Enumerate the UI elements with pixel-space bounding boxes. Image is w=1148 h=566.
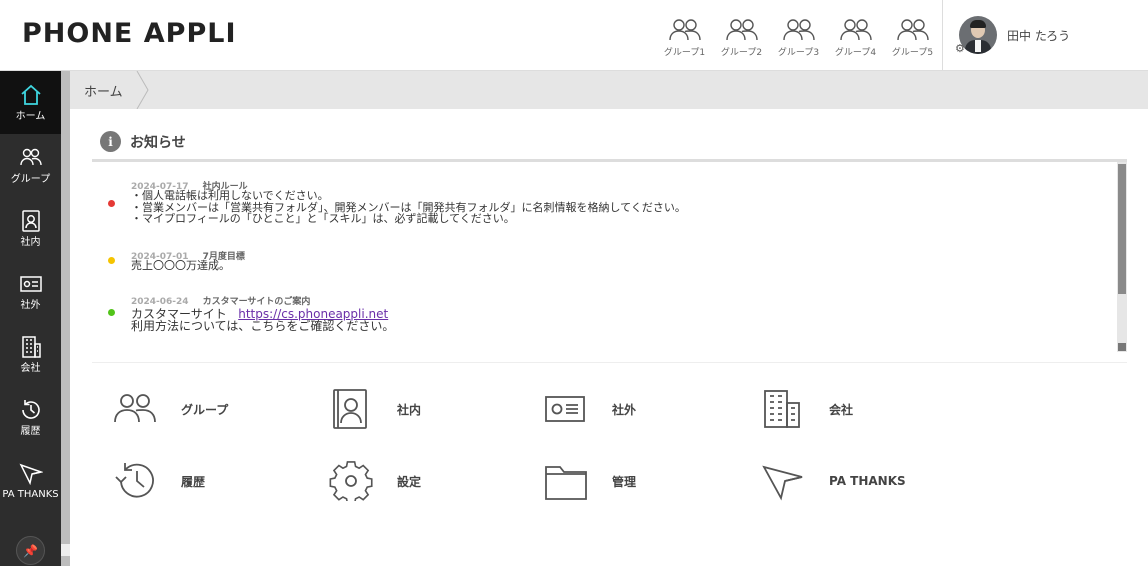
folder-icon — [545, 466, 587, 500]
gear-icon — [329, 461, 373, 501]
menu-label: 会社 — [829, 402, 854, 417]
sidebar-item-pa-thanks[interactable]: PA THANKS — [0, 449, 61, 512]
sidebar-item-label: 社内 — [20, 237, 41, 248]
paper-plane-icon — [762, 465, 803, 501]
group-icon — [114, 394, 156, 423]
news-line: ・マイプロフィールの「ひとこと」と「スキル」は、必ず記載してください。 — [131, 212, 515, 225]
group-shortcut-5[interactable]: グループ5 — [884, 18, 941, 58]
user-menu[interactable]: ⚙ 田中 たろう — [942, 0, 1148, 70]
history-icon — [21, 400, 40, 419]
notice-header: i お知らせ — [100, 131, 186, 152]
header: PHONE APPLI グループ1 グループ2 グループ3 グループ4 グループ… — [0, 0, 1148, 71]
history-icon — [115, 463, 154, 498]
pin-icon[interactable]: 📌 — [16, 536, 45, 565]
menu-label: 設定 — [397, 474, 422, 489]
sidebar-item-home[interactable]: ホーム — [0, 71, 61, 134]
menu-group[interactable]: グループ — [113, 389, 293, 429]
group-shortcut-label: グループ1 — [663, 48, 706, 58]
group-shortcut-3[interactable]: グループ3 — [770, 18, 827, 58]
breadcrumb-home[interactable]: ホーム — [84, 81, 123, 100]
group-icon — [668, 19, 701, 41]
group-shortcuts: グループ1 グループ2 グループ3 グループ4 グループ5 — [656, 18, 941, 58]
settings-gear-icon[interactable]: ⚙ — [955, 42, 965, 55]
divider — [92, 362, 1127, 363]
sidebar-item-label: PA THANKS — [2, 489, 59, 500]
sidebar-item-label: ホーム — [15, 111, 46, 122]
breadcrumb: ホーム — [70, 71, 1148, 109]
internal-contacts-icon — [21, 210, 40, 232]
group-shortcut-1[interactable]: グループ1 — [656, 18, 713, 58]
notice-title: お知らせ — [130, 134, 186, 151]
external-contacts-icon — [19, 276, 42, 292]
sidebar-item-internal[interactable]: 社内 — [0, 197, 61, 260]
company-icon — [21, 336, 41, 358]
info-icon: i — [100, 131, 121, 152]
news-line: 売上〇〇〇万達成。 — [131, 259, 230, 272]
menu-label: 社内 — [397, 402, 422, 417]
news-title: カスタマーサイトのご案内 — [202, 297, 311, 307]
company-icon — [764, 390, 800, 428]
menu-internal[interactable]: 社内 — [329, 389, 509, 429]
sidebar-item-label: 履歴 — [20, 426, 41, 437]
notice-scrollbar[interactable] — [1117, 162, 1127, 352]
group-icon — [839, 19, 872, 41]
sidebar-item-label: 会社 — [20, 363, 41, 374]
sidebar-item-external[interactable]: 社外 — [0, 260, 61, 323]
sidebar-scrollbar[interactable] — [61, 71, 70, 566]
group-icon — [19, 148, 42, 166]
menu-history[interactable]: 履歴 — [113, 461, 293, 501]
menu-label: 管理 — [612, 474, 637, 489]
menu-pa-thanks[interactable]: PA THANKS — [761, 461, 941, 501]
user-name[interactable]: 田中 たろう — [1007, 27, 1070, 44]
news-line: ・個人電話帳は利用しないでください。 — [131, 189, 329, 202]
group-icon — [725, 19, 758, 41]
sidebar-item-company[interactable]: 会社 — [0, 323, 61, 386]
group-shortcut-2[interactable]: グループ2 — [713, 18, 770, 58]
menu-admin[interactable]: 管理 — [544, 461, 724, 501]
status-dot — [108, 200, 115, 207]
news-date: 2024-06-24 — [131, 297, 189, 307]
home-icon — [20, 84, 41, 105]
menu-label: 社外 — [612, 402, 637, 417]
sidebar-item-group[interactable]: グループ — [0, 134, 61, 197]
group-shortcut-label: グループ2 — [720, 48, 763, 58]
sidebar: ホーム グループ 社内 社外 会社 履歴 PA THANKS 📌 — [0, 71, 61, 566]
status-dot — [108, 309, 115, 316]
external-contacts-icon — [545, 396, 585, 422]
sidebar-item-label: 社外 — [20, 300, 41, 311]
group-shortcut-label: グループ5 — [891, 48, 934, 58]
notice-list: 2024-07-17 社内ルール ・個人電話帳は利用しないでください。 ・営業メン… — [92, 162, 1127, 352]
menu-label: 履歴 — [181, 474, 206, 489]
group-shortcut-label: グループ3 — [777, 48, 820, 58]
group-icon — [896, 19, 929, 41]
chevron-right-icon — [136, 71, 149, 109]
sidebar-item-history[interactable]: 履歴 — [0, 386, 61, 449]
status-dot — [108, 257, 115, 264]
menu-label: PA THANKS — [829, 474, 906, 488]
menu-company[interactable]: 会社 — [761, 389, 941, 429]
sidebar-item-label: グループ — [10, 174, 51, 185]
group-icon — [782, 19, 815, 41]
menu-settings[interactable]: 設定 — [329, 461, 509, 501]
news-line: 利用方法については、こちらをご確認ください。 — [131, 319, 395, 333]
menu-label: グループ — [181, 402, 229, 417]
group-shortcut-label: グループ4 — [834, 48, 877, 58]
paper-plane-icon — [19, 463, 43, 485]
menu-external[interactable]: 社外 — [544, 389, 724, 429]
app-logo[interactable]: PHONE APPLI — [22, 18, 237, 49]
internal-contacts-icon — [333, 389, 367, 429]
group-shortcut-4[interactable]: グループ4 — [827, 18, 884, 58]
